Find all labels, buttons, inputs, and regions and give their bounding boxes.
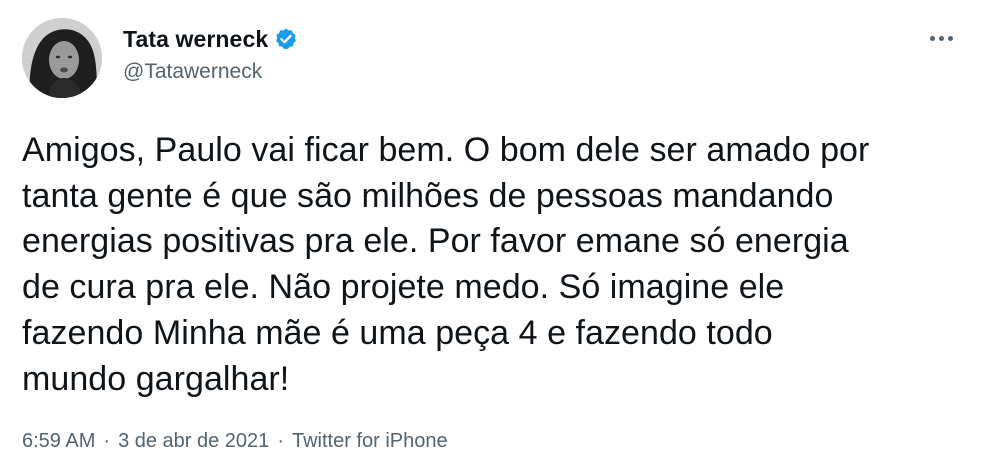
tweet-source[interactable]: Twitter for iPhone [292, 430, 448, 453]
tweet-date[interactable]: 3 de abr de 2021 [118, 430, 269, 453]
user-handle[interactable]: @Tatawerneck [123, 60, 298, 84]
verified-badge-icon [274, 27, 298, 51]
tweet-text: Amigos, Paulo vai ficar bem. O bom dele … [22, 131, 870, 398]
tweet-time[interactable]: 6:59 AM [22, 430, 95, 453]
tweet-meta: 6:59 AM · 3 de abr de 2021 · Twitter for… [22, 430, 448, 453]
display-name[interactable]: Tata werneck [123, 26, 268, 53]
more-options-button[interactable] [924, 28, 958, 48]
tweet-header: Tata werneck @Tatawerneck [22, 16, 962, 100]
meta-separator: · [277, 430, 284, 452]
user-info: Tata werneck @Tatawerneck [123, 24, 298, 84]
more-horizontal-icon [929, 35, 953, 41]
tweet-card: Tata werneck @Tatawerneck Amigos, Paulo … [0, 0, 984, 475]
meta-separator: · [103, 430, 111, 452]
avatar-photo [22, 18, 102, 98]
avatar[interactable] [22, 18, 102, 98]
name-row: Tata werneck [123, 24, 298, 54]
